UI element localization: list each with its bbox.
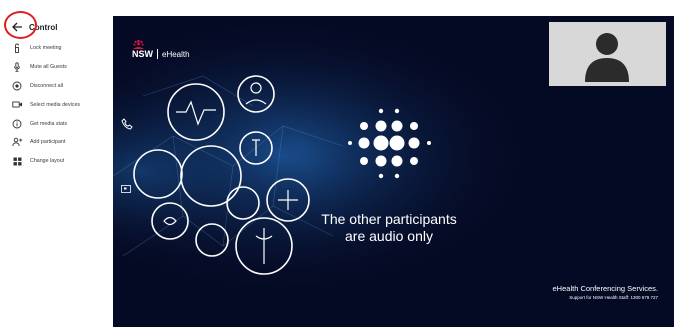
lock-icon <box>11 42 23 54</box>
phone-icon[interactable] <box>121 117 133 135</box>
menu-item-disconnect-all[interactable]: Disconnect all <box>11 77 80 96</box>
audio-only-message: The other participants are audio only <box>314 211 464 245</box>
menu-item-label: Mute all Guests <box>30 64 67 71</box>
brand-divider <box>157 49 158 59</box>
menu-item-label: Get media stats <box>30 120 68 127</box>
menu-item-change-layout[interactable]: Change layout <box>11 152 80 171</box>
menu-item-label: Add participant <box>30 139 66 146</box>
info-icon <box>11 118 23 130</box>
video-stage: NSW eHealth The other participants are a… <box>113 16 674 327</box>
audio-only-dots-icon <box>348 108 431 179</box>
menu-item-label: Disconnect all <box>30 82 63 89</box>
menu-item-select-media-devices[interactable]: Select media devices <box>11 95 80 114</box>
screen-toggle-icon[interactable] <box>121 180 131 198</box>
highlight-circle <box>4 11 37 39</box>
doctor-icon <box>237 75 275 113</box>
microphone-icon <box>11 61 23 73</box>
control-menu: Lock meeting Mute all Guests Disconnect … <box>11 39 80 171</box>
wheelchair-icon <box>195 223 229 257</box>
menu-item-lock-meeting[interactable]: Lock meeting <box>11 39 80 58</box>
menu-item-label: Lock meeting <box>30 45 62 52</box>
patient-icon <box>133 149 183 199</box>
disconnect-icon <box>11 80 23 92</box>
layout-grid-icon <box>11 155 23 167</box>
menu-item-mute-all-guests[interactable]: Mute all Guests <box>11 58 80 77</box>
menu-item-add-participant[interactable]: Add participant <box>11 133 80 152</box>
ehealth-label: eHealth <box>162 49 190 59</box>
audio-message-line-2: are audio only <box>345 228 433 244</box>
eye-icon <box>151 202 189 240</box>
control-sidebar: Control Lock meeting Mute all Guests Dis… <box>0 0 113 327</box>
brand-text: NSW eHealth <box>132 49 190 59</box>
menu-item-label: Change layout <box>30 158 65 165</box>
menu-item-label: Select media devices <box>30 101 81 108</box>
nsw-label: NSW <box>132 49 153 59</box>
user-avatar-icon <box>585 33 629 82</box>
brain-icon <box>180 145 242 207</box>
nurse-icon <box>226 186 260 220</box>
audio-message-line-1: The other participants <box>321 211 457 227</box>
menu-item-get-media-stats[interactable]: Get media stats <box>11 114 80 133</box>
conferencing-services-title: eHealth Conferencing Services. <box>552 284 658 293</box>
add-person-icon <box>11 136 23 148</box>
support-phone-text: Support for NSW Health Staff: 1300 679 7… <box>569 295 658 300</box>
self-view-video[interactable] <box>549 22 666 86</box>
camera-icon <box>11 99 23 111</box>
